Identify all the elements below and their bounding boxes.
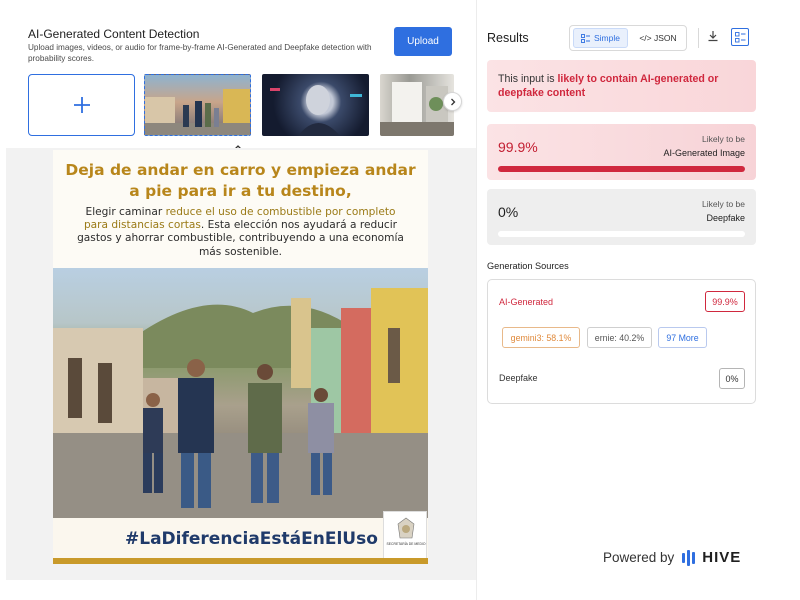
seal-emblem-icon [397,517,415,539]
poster-photo [53,268,428,518]
upload-button[interactable]: Upload [394,27,452,56]
hive-brand: HIVE [702,549,742,566]
seal-text: SECRETARÍA DE MEDIO [386,542,426,546]
source-chip-gemini[interactable]: gemini3: 58.1% [502,327,580,348]
thumbnail-strip [28,74,464,136]
poster-body: Elegir caminar reduce el uso de combusti… [73,206,408,259]
detector-title: AI-Generated Content Detection [28,27,200,41]
view-json-label: </> JSON [639,33,677,43]
toolbar-separator [698,28,699,48]
ai-score-label-top: Likely to be [702,134,745,144]
verdict-lead: This input is [498,73,558,85]
list-detail-icon [734,31,745,42]
thumbnail-cyber-portrait[interactable] [262,74,369,136]
sources-card: AI-Generated 99.9% gemini3: 58.1% ernie:… [487,279,756,404]
ai-score-card: 99.9% Likely to be AI-Generated Image [487,124,756,180]
poster-body-lead: Elegir caminar [85,206,166,218]
deepfake-score-bar [498,231,745,237]
download-icon [708,31,718,42]
detector-panel: AI-Generated Content Detection Upload im… [0,0,476,600]
source-ai-percent: 99.9% [705,291,745,312]
street-scene-illustration [53,288,428,518]
source-chip-more[interactable]: 97 More [658,327,707,348]
verdict-banner: This input is likely to contain AI-gener… [487,60,756,112]
results-title: Results [487,31,529,45]
list-view-icon [581,33,590,43]
powered-by-label: Powered by [603,550,675,565]
deepfake-score-label-bottom: Deepfake [706,213,745,223]
source-deepfake-percent: 0% [719,368,745,389]
ai-score-bar-fill [498,166,745,172]
chevron-right-icon [450,98,455,105]
poster-headline: Deja de andar en carro y empieza andar a… [65,161,416,200]
plus-icon [73,97,90,113]
deepfake-score-card: 0% Likely to be Deepfake [487,189,756,245]
poster-gold-bar [53,558,428,564]
detector-description: Upload images, videos, or audio for fram… [28,43,372,63]
view-json-tab[interactable]: </> JSON [632,28,684,48]
source-ai-label: AI-Generated [499,297,554,307]
poster-text-block: Deja de andar en carro y empieza andar a… [53,150,428,272]
poster-hashtag: #LaDiferenciaEstáEnElUso [125,529,378,549]
hive-logo-icon [682,549,697,566]
panel-divider [476,0,477,600]
view-simple-tab[interactable]: Simple [573,28,628,48]
powered-by: Powered by HIVE [603,549,741,566]
add-file-tile[interactable] [28,74,135,136]
source-deepfake-label: Deepfake [499,373,538,383]
street-family-thumb-image [145,89,250,135]
deepfake-score-label-top: Likely to be [702,199,745,209]
view-toggle: Simple </> JSON [569,25,687,51]
details-toggle-button[interactable] [731,28,749,46]
ai-score-bar [498,166,745,172]
poster-seal: SECRETARÍA DE MEDIO [383,511,427,559]
preview-image: Deja de andar en carro y empieza andar a… [53,150,428,564]
ai-score-value: 99.9% [498,139,538,155]
next-thumbnails-button[interactable] [443,92,462,111]
download-button[interactable] [705,30,721,46]
sources-title: Generation Sources [487,261,569,271]
ai-score-label-bottom: AI-Generated Image [663,148,745,158]
view-simple-label: Simple [594,33,620,43]
source-chip-ernie[interactable]: ernie: 40.2% [587,327,652,348]
thumbnail-street-family[interactable] [144,74,251,136]
cyber-portrait-thumb-image [270,85,362,136]
deepfake-score-value: 0% [498,204,519,220]
